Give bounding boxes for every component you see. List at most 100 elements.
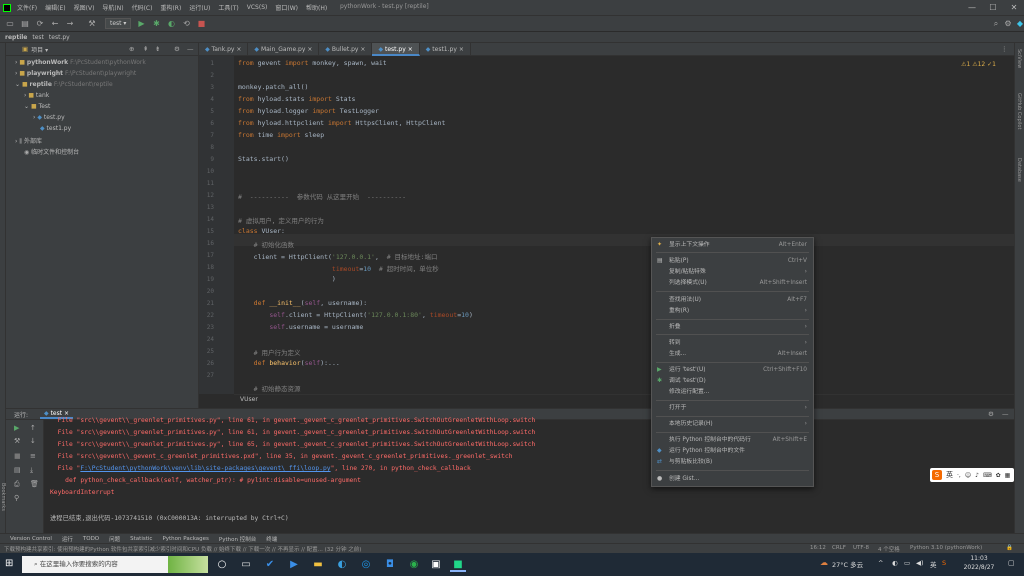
tree-item-pythonwork[interactable]: › ■ pythonWork F:\PcStudent\pythonWork xyxy=(15,59,146,66)
print-icon[interactable]: ⎙ xyxy=(14,480,20,489)
ime-indicator[interactable]: 英 xyxy=(930,559,937,569)
menu-show-context-actions[interactable]: ✦ 显示上下文操作 Alt+Enter xyxy=(652,240,813,250)
breadcrumb-folder[interactable]: test xyxy=(32,34,44,41)
tree-item-test1-py[interactable]: ◆ test1.py xyxy=(40,125,71,132)
taskbar-app-icon[interactable]: ▭ xyxy=(238,557,254,572)
menu-edit[interactable]: 编辑(E) xyxy=(45,3,65,12)
options-icon[interactable]: ⚙ xyxy=(174,45,180,53)
menu-code[interactable]: 代码(C) xyxy=(132,3,153,12)
taskbar-app-icon[interactable]: ◎ xyxy=(358,557,374,572)
menu-generate[interactable]: 生成... Alt+Insert xyxy=(652,349,813,359)
menu-navigate[interactable]: 导航(N) xyxy=(102,3,123,12)
tab-python-packages[interactable]: Python Packages xyxy=(162,536,208,542)
menu-modify-run-config[interactable]: 修改运行配置... xyxy=(652,387,813,397)
tree-item-external-libs[interactable]: › ⫼ 外部库 xyxy=(15,136,42,146)
sync-icon[interactable]: ⟳ xyxy=(35,19,45,29)
open-folder-icon[interactable]: ▭ xyxy=(5,19,15,29)
caret-position[interactable]: 16:12 xyxy=(810,545,826,551)
scope-label[interactable]: VUser xyxy=(240,396,258,403)
search-icon[interactable]: ⌕ xyxy=(991,19,1001,29)
delete-icon[interactable]: 🗑 xyxy=(30,480,39,488)
close-tab-icon[interactable]: × xyxy=(236,46,241,53)
tab-python-console[interactable]: Python 控制台 xyxy=(219,535,256,543)
menu-run-file-in-console[interactable]: ◆ 运行 Python 控制台中的文件 xyxy=(652,446,813,456)
plugin-icon[interactable]: ◆ xyxy=(1015,19,1024,29)
tree-item-scratches[interactable]: ◉ 临时文件和控制台 xyxy=(24,147,79,156)
menu-icon[interactable]: ▦ xyxy=(1005,472,1011,479)
menu-copy-paste-special[interactable]: 复制/粘贴特殊 › xyxy=(652,267,813,277)
emoji-icon[interactable]: ☺ xyxy=(965,472,971,479)
pycharm-icon[interactable]: ■ xyxy=(450,557,466,572)
close-tab-icon[interactable]: × xyxy=(360,46,365,53)
sciview-tab[interactable]: SciView xyxy=(1016,49,1022,68)
punctuation-icon[interactable]: ·, xyxy=(957,472,961,479)
menu-find-usages[interactable]: 查找用法(U) Alt+F7 xyxy=(652,295,813,305)
tray-app-icon[interactable]: ◐ xyxy=(892,559,898,567)
start-icon[interactable]: ⊞ xyxy=(5,558,13,569)
tab-run[interactable]: 运行 xyxy=(62,535,73,543)
down-icon[interactable]: ↓ xyxy=(30,437,36,445)
minimize-button[interactable]: — xyxy=(962,0,982,15)
tab-statistic[interactable]: Statistic xyxy=(130,536,152,542)
tree-item-test-folder[interactable]: ⌄ ■ Test xyxy=(24,103,50,110)
breadcrumb-project[interactable]: reptile xyxy=(5,34,27,41)
menu-file[interactable]: 文件(F) xyxy=(17,3,37,12)
sogou-tray-icon[interactable]: S xyxy=(942,559,946,567)
copilot-tab[interactable]: GitHub Copilot xyxy=(1016,93,1022,129)
expand-icon[interactable]: ⇟ xyxy=(155,45,160,53)
menu-view[interactable]: 视图(V) xyxy=(74,3,95,12)
close-tab-icon[interactable]: × xyxy=(307,46,312,53)
menu-open-in[interactable]: 打开于 › xyxy=(652,403,813,413)
network-icon[interactable]: ▭ xyxy=(904,559,910,567)
settings-icon[interactable]: ⚙ xyxy=(988,410,994,418)
notification-icon[interactable]: ▢ xyxy=(1008,559,1015,567)
locate-icon[interactable]: ⊕ xyxy=(129,45,134,53)
tab-problems[interactable]: 问题 xyxy=(109,535,120,543)
save-all-icon[interactable]: ▤ xyxy=(20,19,30,29)
tab-main-game[interactable]: ◆ Main_Game.py × xyxy=(248,42,320,56)
lock-icon[interactable]: 🔒 xyxy=(1006,545,1013,551)
file-encoding[interactable]: UTF-8 xyxy=(853,545,869,551)
menu-window[interactable]: 窗口(W) xyxy=(275,3,298,12)
menu-execute-line-in-console[interactable]: 执行 Python 控制台中的代码行 Alt+Shift+E xyxy=(652,435,813,445)
scroll-end-icon[interactable]: ⤓ xyxy=(30,466,33,475)
menu-paste[interactable]: ▤ 粘贴(P) Ctrl+V xyxy=(652,256,813,266)
mic-icon[interactable]: ♪ xyxy=(975,472,979,479)
menu-goto[interactable]: 转到 › xyxy=(652,338,813,348)
tab-terminal[interactable]: 终端 xyxy=(266,535,277,543)
run-icon[interactable]: ▶ xyxy=(136,19,146,29)
hide-icon[interactable]: — xyxy=(1002,410,1009,418)
menu-compare-clipboard[interactable]: ⇄ 与剪贴板比较(B) xyxy=(652,457,813,467)
taskbar-app-icon[interactable]: ◘ xyxy=(382,557,398,572)
python-interpreter[interactable]: Python 3.10 (pythonWork) xyxy=(910,545,982,551)
ime-mode[interactable]: 英 xyxy=(946,470,953,480)
task-view-icon[interactable]: ○ xyxy=(214,557,230,572)
edge-icon[interactable]: ◐ xyxy=(334,557,350,572)
skin-icon[interactable]: ✿ xyxy=(996,472,1001,479)
coverage-icon[interactable]: ◐ xyxy=(166,19,176,29)
menu-refactor[interactable]: 重构(R) › xyxy=(652,306,813,316)
stop-icon[interactable]: ■ xyxy=(14,452,21,460)
weather-text[interactable]: 27°C 多云 xyxy=(832,559,863,569)
tab-test1[interactable]: ◆ test1.py × xyxy=(420,42,471,56)
soft-wrap-icon[interactable]: ≡ xyxy=(30,452,36,460)
source-link[interactable]: F:\PcStudent\pythonWork\venv\lib\site-pa… xyxy=(80,465,330,472)
up-icon[interactable]: ↑ xyxy=(30,424,36,432)
tray-expand-icon[interactable]: ^ xyxy=(878,559,883,567)
sogou-icon[interactable]: S xyxy=(932,470,942,480)
tab-version-control[interactable]: Version Control xyxy=(10,536,52,542)
menu-folding[interactable]: 折叠 › xyxy=(652,322,813,332)
keyboard-icon[interactable]: ⌨ xyxy=(983,472,992,479)
menu-local-history[interactable]: 本地历史记录(H) › xyxy=(652,419,813,429)
wechat-icon[interactable]: ◉ xyxy=(406,557,422,572)
tabs-more-icon[interactable]: ⋮ xyxy=(1001,45,1008,53)
restore-layout-icon[interactable]: ▤ xyxy=(14,466,21,474)
build-icon[interactable]: ⚒ xyxy=(87,19,97,29)
menu-tools[interactable]: 工具(T) xyxy=(218,3,238,12)
database-tab[interactable]: Database xyxy=(1016,158,1022,182)
pin-icon[interactable]: ⚲ xyxy=(14,494,19,502)
forward-icon[interactable]: → xyxy=(65,19,75,29)
tree-item-tank[interactable]: › ■ tank xyxy=(24,92,49,99)
back-icon[interactable]: ← xyxy=(50,19,60,29)
run-config-select[interactable]: test ▾ xyxy=(105,18,132,29)
